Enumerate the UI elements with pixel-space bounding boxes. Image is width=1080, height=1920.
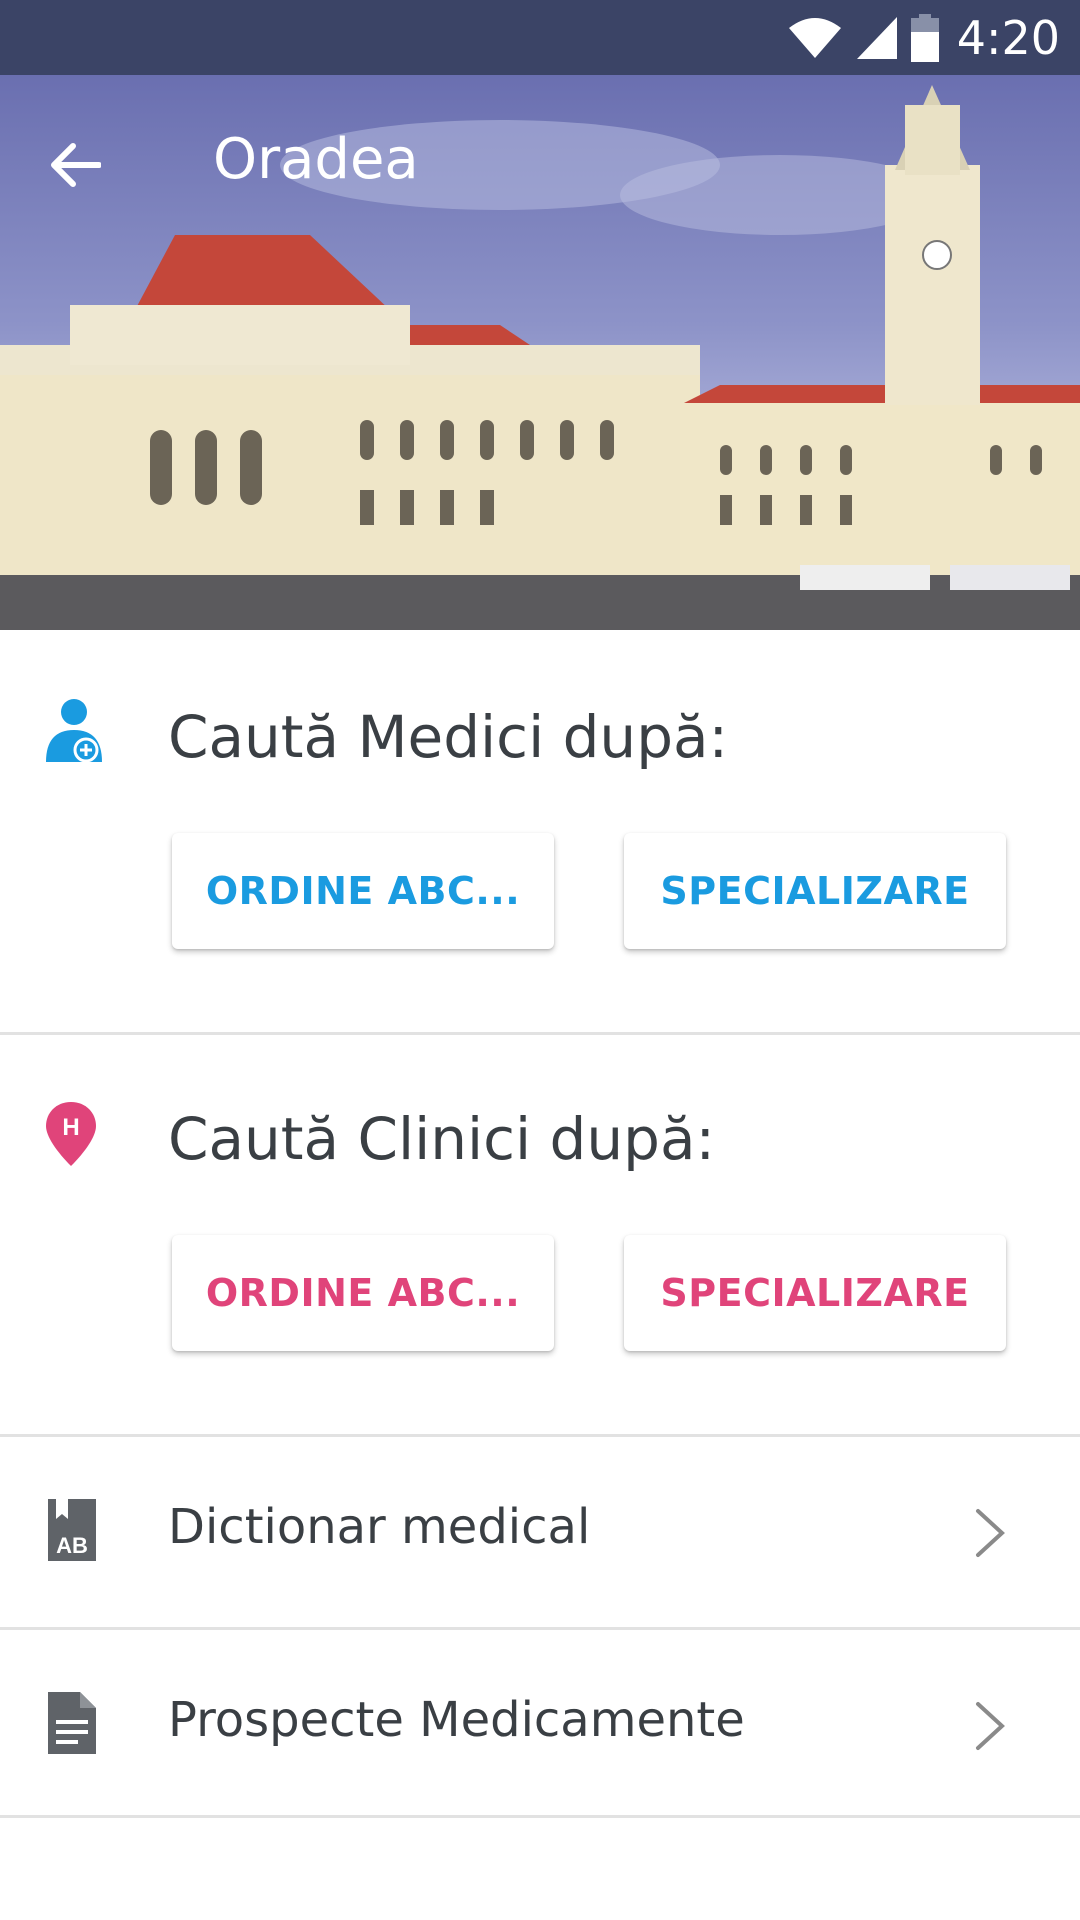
chevron-right-icon (976, 1509, 1005, 1557)
doctors-title: Caută Medici după: (168, 703, 729, 771)
hospital-letter: H (62, 1114, 79, 1141)
back-button[interactable] (40, 130, 110, 200)
status-icons: 4:20 (787, 10, 1060, 65)
list-item-drug-leaflets[interactable]: Prospecte Medicamente (0, 1630, 1080, 1820)
doctors-alphabetical-button[interactable]: ORDINE ABC... (172, 833, 554, 949)
wifi-icon (788, 17, 841, 58)
list-item-label: Prospecte Medicamente (168, 1692, 745, 1748)
clock: 4:20 (956, 10, 1060, 65)
page-title: Oradea (213, 127, 419, 192)
doctors-specialty-button[interactable]: SPECIALIZARE (624, 833, 1006, 949)
chevron-right-icon (976, 1702, 1005, 1750)
dictionary-icon: AB (48, 1499, 96, 1561)
doctors-section: Caută Medici după: ORDINE ABC... SPECIAL… (0, 630, 1080, 1033)
divider (0, 1815, 1080, 1818)
dictionary-icon-text: AB (56, 1533, 88, 1558)
app-bar: Oradea (0, 75, 1080, 245)
clinics-alphabetical-button[interactable]: ORDINE ABC... (172, 1235, 554, 1351)
signal-icon (856, 16, 897, 59)
clinics-specialty-button[interactable]: SPECIALIZARE (624, 1235, 1006, 1351)
clinics-title: Caută Clinici după: (168, 1105, 716, 1173)
list-item-label: Dictionar medical (168, 1499, 591, 1555)
hospital-pin-icon: H (46, 1102, 96, 1166)
status-bar: 4:20 (0, 0, 1080, 75)
battery-icon (910, 13, 939, 62)
document-icon (48, 1692, 96, 1754)
doctor-add-icon (46, 699, 102, 763)
arrow-back-icon (51, 143, 101, 187)
clinics-section: H Caută Clinici după: ORDINE ABC... SPEC… (0, 1035, 1080, 1435)
list-item-medical-dictionary[interactable]: AB Dictionar medical (0, 1437, 1080, 1627)
